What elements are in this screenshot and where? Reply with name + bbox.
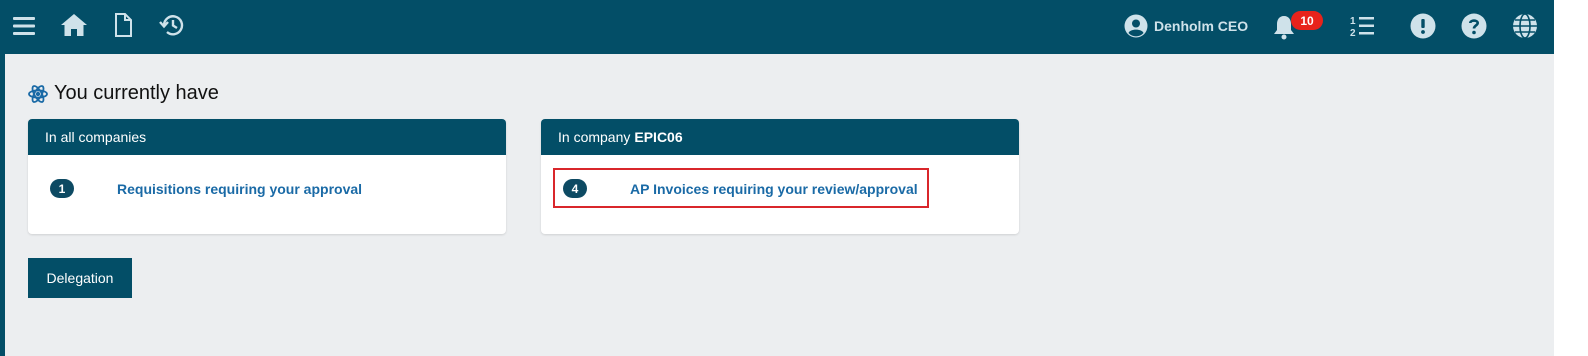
document-icon[interactable]	[112, 12, 134, 38]
svg-text:2: 2	[1350, 28, 1356, 38]
delegation-button[interactable]: Delegation	[28, 258, 132, 298]
help-icon[interactable]	[1460, 12, 1488, 40]
user-avatar-icon	[1124, 14, 1148, 38]
numbered-list-icon[interactable]: 1 2	[1348, 13, 1376, 39]
card-header: In all companies	[28, 119, 506, 155]
page-title: You currently have	[54, 82, 219, 104]
notification-count-badge: 10	[1291, 11, 1323, 30]
home-icon[interactable]	[60, 12, 88, 38]
count-badge: 1	[50, 179, 74, 198]
atom-icon	[28, 84, 48, 104]
card-header-text: In company	[558, 129, 631, 145]
menu-icon[interactable]	[12, 15, 36, 37]
alert-icon[interactable]	[1409, 12, 1437, 40]
top-navigation-bar: Denholm CEO 10 1 2	[0, 0, 1554, 54]
page-heading: You currently have	[28, 82, 219, 105]
highlight-box	[553, 168, 929, 208]
company-code: EPIC06	[634, 129, 683, 145]
svg-text:1: 1	[1350, 16, 1356, 27]
card-all-companies: In all companies 1 Requisitions requirin…	[28, 119, 506, 234]
right-margin	[1554, 0, 1588, 356]
summary-row: 1 Requisitions requiring your approval	[50, 179, 362, 198]
globe-icon[interactable]	[1511, 12, 1539, 40]
history-icon[interactable]	[158, 12, 186, 38]
user-name: Denholm CEO	[1154, 18, 1249, 34]
card-header: In company EPIC06	[541, 119, 1019, 155]
requisitions-approval-link[interactable]: Requisitions requiring your approval	[117, 181, 362, 197]
card-header-text: In all companies	[45, 129, 147, 145]
user-menu[interactable]: Denholm CEO	[1124, 13, 1248, 39]
